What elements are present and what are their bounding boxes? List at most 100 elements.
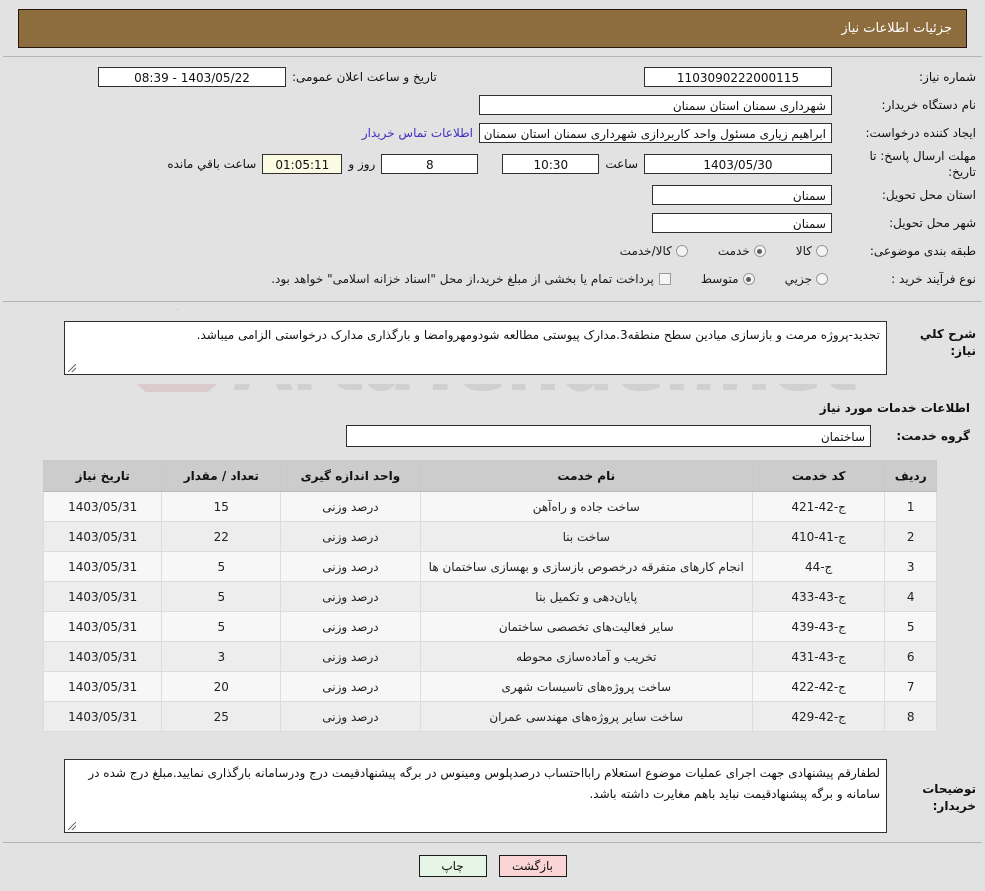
cell-row-number: 7 [884,671,937,703]
buyer-notes-textarea[interactable]: لطفارقم پیشنهادی جهت اجرای عملیات موضوع … [64,759,887,834]
cell-service-code: ج-43-439 [751,611,886,643]
cell-quantity: 5 [161,611,282,643]
row-buyer-notes: توضیحات خریدار: لطفارقم پیشنهادی جهت اجر… [3,758,982,834]
row-buyer-org: نام دستگاه خریدار: شهرداری سمنان استان س… [3,91,982,119]
cell-service-code: ج-42-421 [751,491,886,523]
page-root: جزئیات اطلاعات نیاز شماره نیاز: 11030902… [0,9,985,891]
row-service-group: گروه خدمت: ساختمان [3,422,982,450]
row-province: استان محل تحویل: سمنان [3,181,982,209]
cell-need-date: 1403/05/31 [42,551,163,583]
category-option-khedmat-label: خدمت [717,244,750,259]
buyer-org-field[interactable]: شهرداری سمنان استان سمنان [479,95,832,115]
treasury-checkbox-row[interactable]: پرداخت تمام یا بخشی از مبلغ خرید،از محل … [271,272,671,286]
table-row: 2 ج-41-410 ساخت بنا درصد وزنی 22 1403/05/31 [42,521,937,553]
public-announce-label: تاریخ و ساعت اعلان عمومی: [292,70,437,84]
requester-field[interactable]: ابراهیم زیاری مسئول واحد کاربردازی شهردا… [479,123,832,143]
cell-quantity: 5 [161,581,282,613]
process-option-motevaset-label: متوسط [700,272,739,287]
remaining-days-field[interactable]: 8 [381,154,479,175]
radio-icon-jozi[interactable] [816,273,828,286]
cell-need-date: 1403/05/31 [42,611,163,643]
cell-quantity: 15 [161,491,282,523]
process-option-motevaset[interactable]: متوسط [701,272,755,286]
deadline-label: مهلت ارسال پاسخ: تا تاریخ: [869,149,976,180]
requester-label: ایجاد کننده درخواست: [865,125,976,140]
row-deadline: مهلت ارسال پاسخ: تا تاریخ: 1403/05/30 سا… [3,147,982,181]
cell-need-date: 1403/05/31 [42,581,163,613]
page-title-bar: جزئیات اطلاعات نیاز [18,9,967,48]
cell-row-number: 1 [884,491,937,523]
service-group-field[interactable]: ساختمان [346,425,871,448]
cell-need-date: 1403/05/31 [42,521,163,553]
cell-quantity: 5 [161,551,282,583]
deadline-hour-label: ساعت [605,157,638,172]
cell-unit: درصد وزنی [280,521,421,553]
checkbox-icon-treasury[interactable] [658,273,671,286]
city-label: شهر محل تحویل: [889,216,976,231]
deadline-hour-field[interactable]: 10:30 [502,154,600,175]
cell-service-code: ج-42-422 [751,671,886,703]
category-option-kala[interactable]: کالا [796,244,828,258]
category-option-kala-khedmat-label: کالا/خدمت [619,244,672,259]
cell-quantity: 22 [161,521,282,553]
row-requester: ایجاد کننده درخواست: ابراهیم زیاری مسئول… [3,119,982,147]
row-city: شهر محل تحویل: سمنان [3,209,982,237]
countdown-suffix: ساعت باقي مانده [167,157,257,172]
cell-service-name: ساخت جاده و راه‌آهن [419,491,753,523]
radio-icon-kala[interactable] [816,245,828,258]
cell-need-date: 1403/05/31 [42,671,163,703]
cell-quantity: 20 [161,671,282,703]
cell-service-name: ساخت پروژه‌های تاسیسات شهری [419,671,753,703]
back-button[interactable]: بازگشت [498,855,567,878]
cell-row-number: 8 [884,701,937,733]
col-header-unit: واحد اندازه گیری [280,460,421,493]
buyer-org-label: نام دستگاه خریدار: [881,97,977,112]
services-table-head: ردیف کد خدمت نام خدمت واحد اندازه گیری ت… [42,460,937,493]
services-panel: اطلاعات خدمات مورد نیاز گروه خدمت: ساختم… [3,392,982,745]
radio-icon-motevaset[interactable] [742,273,755,286]
services-table-wrap: ردیف کد خدمت نام خدمت واحد اندازه گیری ت… [3,450,982,736]
public-announce-field[interactable]: 1403/05/22 - 08:39 [98,67,286,87]
table-row: 8 ج-42-429 ساخت سایر پروژه‌های مهندسی عمرا… [42,701,937,733]
row-need-number: شماره نیاز: 1103090222000115 تاریخ و ساع… [3,63,982,91]
process-option-jozi[interactable]: جزیي [785,272,828,286]
radio-icon-khedmat[interactable] [753,245,766,258]
deadline-date-field[interactable]: 1403/05/30 [644,154,832,175]
description-label: شرح کلي نیاز: [919,327,976,358]
cell-row-number: 4 [884,581,937,613]
cell-row-number: 3 [884,551,937,583]
services-table-body: 1 ج-42-421 ساخت جاده و راه‌آهن درصد وزنی 15 1… [42,491,937,733]
treasury-checkbox-label: پرداخت تمام یا بخشی از مبلغ خرید،از محل … [271,272,654,287]
buyer-contact-link[interactable]: اطلاعات تماس خریدار [356,126,479,140]
category-option-khedmat[interactable]: خدمت [718,244,766,258]
cell-service-name: سایر فعالیت‌های تخصصی ساختمان [419,611,753,643]
col-header-date: تاریخ نیاز [42,460,163,493]
cell-service-name: ساخت بنا [419,521,753,553]
countdown-field[interactable]: 01:05:11 [262,154,343,175]
city-field[interactable]: سمنان [652,213,832,234]
table-row: 3 ج-44 انجام کارهای متفرقه درخصوص بازسازی … [42,551,937,583]
cell-service-name: انجام کارهای متفرقه درخصوص بازسازی و بهس… [419,551,753,583]
table-row: 7 ج-42-422 ساخت پروژه‌های تاسیسات شهری درصد… [42,671,937,703]
cell-unit: درصد وزنی [280,611,421,643]
cell-unit: درصد وزنی [280,551,421,583]
page-title: جزئیات اطلاعات نیاز [841,21,952,36]
process-option-jozi-label: جزیي [784,272,812,287]
process-type-label: نوع فرآیند خرید : [891,272,976,287]
province-field[interactable]: سمنان [652,185,832,206]
cell-unit: درصد وزنی [280,701,421,733]
print-button[interactable]: چاپ [418,855,487,878]
cell-quantity: 25 [161,701,282,733]
radio-icon-kala-khedmat[interactable] [675,245,688,258]
category-option-kala-khedmat[interactable]: کالا/خدمت [620,244,688,258]
cell-service-code: ج-43-431 [751,641,886,673]
col-header-row: ردیف [884,460,937,493]
cell-unit: درصد وزنی [280,641,421,673]
service-group-label: گروه خدمت: [896,429,970,444]
description-textarea[interactable]: تجدید-پروژه مرمت و بازسازی میادین سطح من… [64,321,887,376]
cell-service-name: ساخت سایر پروژه‌های مهندسی عمران [419,701,753,733]
row-description: شرح کلي نیاز: تجدید-پروژه مرمت و بازسازی… [3,320,982,376]
buyer-notes-label: توضیحات خریدار: [922,782,976,813]
need-number-field[interactable]: 1103090222000115 [644,67,832,87]
need-info-panel: شماره نیاز: 1103090222000115 تاریخ و ساع… [3,56,982,303]
